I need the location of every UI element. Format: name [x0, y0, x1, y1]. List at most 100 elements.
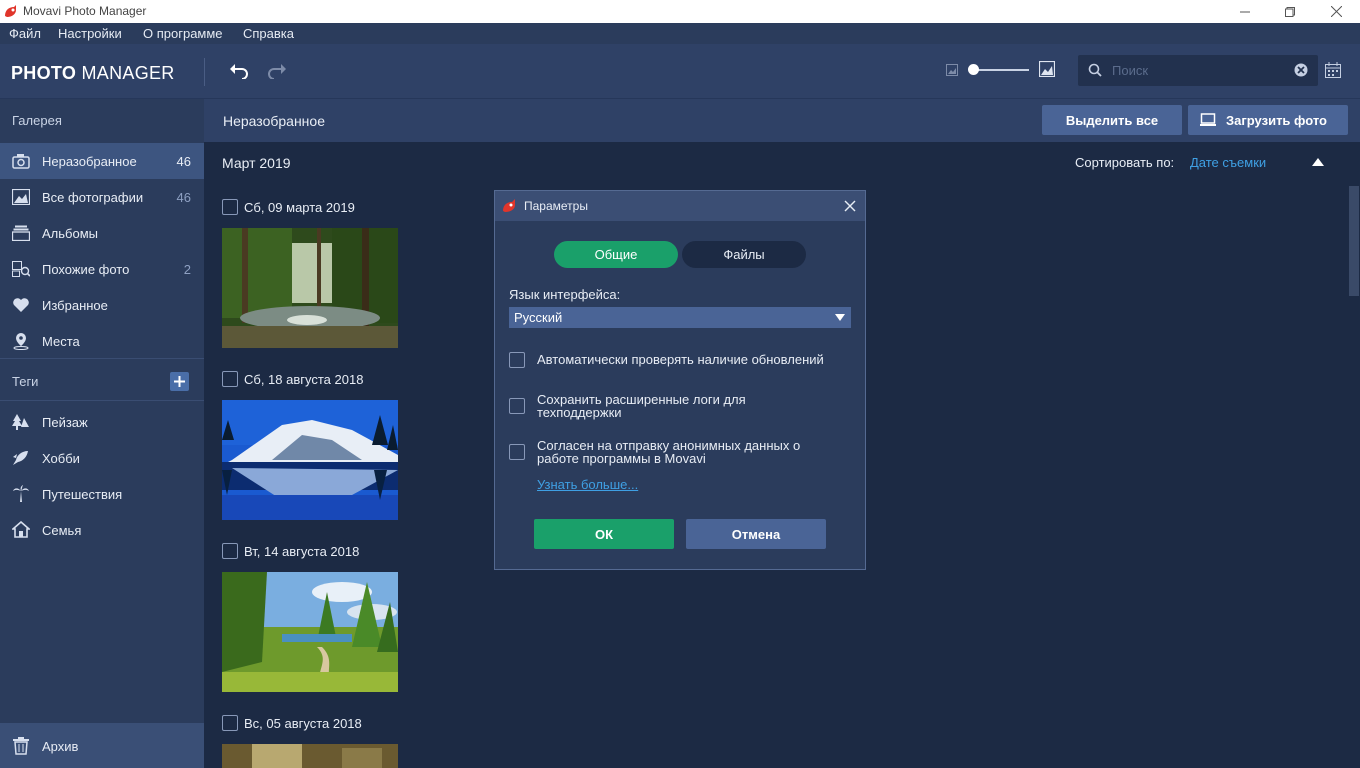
sidebar-item-favorites[interactable]: Избранное — [0, 287, 204, 323]
maximize-button[interactable] — [1267, 0, 1313, 23]
extended-logs-label: Сохранить расширенные логи для техподдер… — [537, 392, 746, 420]
add-tag-button[interactable] — [170, 372, 189, 391]
scrollbar-thumb[interactable] — [1349, 186, 1359, 296]
photos-icon — [11, 187, 31, 207]
select-group-checkbox[interactable] — [222, 715, 238, 731]
app-logo-icon — [5, 5, 16, 17]
slider-knob[interactable] — [968, 64, 979, 75]
search-icon — [1088, 63, 1102, 77]
photo-thumbnail[interactable] — [222, 400, 398, 520]
app-logo: PHOTO MANAGER — [11, 63, 175, 83]
sidebar-item-label: Места — [42, 334, 80, 349]
thumbnail-size-slider[interactable] — [973, 69, 1029, 71]
small-thumbnails-icon[interactable] — [945, 63, 959, 77]
sort-option-link[interactable]: Дате съемки — [1190, 155, 1266, 170]
item-count: 2 — [183, 262, 191, 277]
tab-files[interactable]: Файлы — [682, 241, 806, 268]
page-title: Неразобранное — [223, 113, 325, 129]
auto-update-checkbox[interactable] — [509, 352, 525, 368]
sidebar-item-unsorted[interactable]: Неразобранное 46 — [0, 143, 204, 179]
close-icon — [1330, 6, 1342, 17]
hobby-icon — [11, 448, 31, 468]
tag-label: Пейзаж — [42, 415, 88, 430]
upload-icon — [1200, 113, 1216, 126]
date-label: Сб, 18 августа 2018 — [244, 372, 364, 387]
menu-settings[interactable]: Настройки — [58, 26, 122, 41]
tag-item-hobby[interactable]: Хобби — [0, 440, 204, 476]
select-group-checkbox[interactable] — [222, 199, 238, 215]
redo-icon — [268, 64, 286, 79]
home-icon — [11, 520, 31, 540]
dialog-close-button[interactable] — [841, 197, 859, 215]
app-logo-icon — [503, 199, 515, 212]
anonymous-data-checkbox[interactable] — [509, 444, 525, 460]
tags-header: Теги — [12, 374, 39, 389]
photo-thumbnail[interactable] — [222, 744, 398, 768]
calendar-button[interactable] — [1324, 61, 1342, 79]
archive-label: Архив — [42, 739, 79, 754]
minimize-icon — [1240, 11, 1250, 12]
undo-icon — [230, 64, 248, 79]
item-count: 46 — [176, 154, 191, 169]
gallery-header: Галерея — [12, 113, 62, 128]
menu-about[interactable]: О программе — [143, 26, 223, 41]
item-count: 46 — [176, 190, 191, 205]
tag-label: Семья — [42, 523, 82, 538]
photo-thumbnail[interactable] — [222, 228, 398, 348]
large-thumbnails-icon[interactable] — [1038, 60, 1056, 78]
cancel-button[interactable]: Отмена — [686, 519, 826, 549]
sidebar-item-all-photos[interactable]: Все фотографии 46 — [0, 179, 204, 215]
search-input[interactable] — [1112, 61, 1287, 80]
close-icon — [844, 200, 856, 212]
clear-search-icon[interactable] — [1294, 63, 1308, 77]
sidebar: Галерея Неразобранное 46 Все фотографии … — [0, 99, 204, 768]
select-all-button[interactable]: Выделить все — [1042, 105, 1182, 135]
window-titlebar: Movavi Photo Manager — [0, 0, 1360, 23]
upload-photos-button[interactable]: Загрузить фото — [1188, 105, 1348, 135]
chevron-down-icon — [835, 314, 845, 321]
select-group-checkbox[interactable] — [222, 543, 238, 559]
month-header: Март 2019 — [222, 155, 291, 171]
menu-bar: Файл Настройки О программе Справка — [0, 23, 1360, 44]
language-label: Язык интерфейса: — [509, 287, 621, 302]
anonymous-data-label: Согласен на отправку анонимных данных о … — [537, 438, 801, 466]
dialog-titlebar: Параметры — [495, 191, 865, 221]
upload-label: Загрузить фото — [1226, 113, 1327, 128]
menu-help[interactable]: Справка — [243, 26, 294, 41]
minimize-button[interactable] — [1222, 0, 1268, 23]
close-button[interactable] — [1313, 0, 1359, 23]
extended-logs-checkbox[interactable] — [509, 398, 525, 414]
sidebar-divider — [0, 358, 204, 359]
search-box — [1078, 55, 1318, 86]
redo-button[interactable] — [266, 60, 288, 82]
photo-thumbnail[interactable] — [222, 572, 398, 692]
location-pin-icon — [11, 331, 31, 351]
learn-more-link[interactable]: Узнать больше... — [537, 477, 638, 492]
trash-icon — [11, 736, 31, 756]
window-title: Movavi Photo Manager — [23, 4, 147, 18]
palm-tree-icon — [11, 484, 31, 504]
menu-file[interactable]: Файл — [9, 26, 41, 41]
heart-icon — [11, 295, 31, 315]
tag-item-family[interactable]: Семья — [0, 512, 204, 548]
undo-button[interactable] — [228, 60, 250, 82]
calendar-icon — [1325, 62, 1341, 78]
sort-label: Сортировать по: — [1075, 155, 1175, 170]
sidebar-item-archive[interactable]: Архив — [0, 723, 204, 768]
sidebar-item-places[interactable]: Места — [0, 323, 204, 359]
ok-button[interactable]: ОК — [534, 519, 674, 549]
sidebar-item-albums[interactable]: Альбомы — [0, 215, 204, 251]
select-group-checkbox[interactable] — [222, 371, 238, 387]
language-select[interactable]: Русский — [509, 307, 851, 328]
tab-general[interactable]: Общие — [554, 241, 678, 268]
collapse-arrow-icon[interactable] — [1312, 158, 1324, 166]
date-label: Вт, 14 августа 2018 — [244, 544, 360, 559]
dialog-title: Параметры — [524, 199, 588, 213]
sidebar-item-label: Неразобранное — [42, 154, 137, 169]
sidebar-item-similar[interactable]: Похожие фото 2 — [0, 251, 204, 287]
sidebar-item-label: Похожие фото — [42, 262, 130, 277]
maximize-icon — [1285, 6, 1295, 17]
archive-row: Архив — [0, 728, 204, 764]
tag-item-landscape[interactable]: Пейзаж — [0, 404, 204, 440]
tag-item-travel[interactable]: Путешествия — [0, 476, 204, 512]
